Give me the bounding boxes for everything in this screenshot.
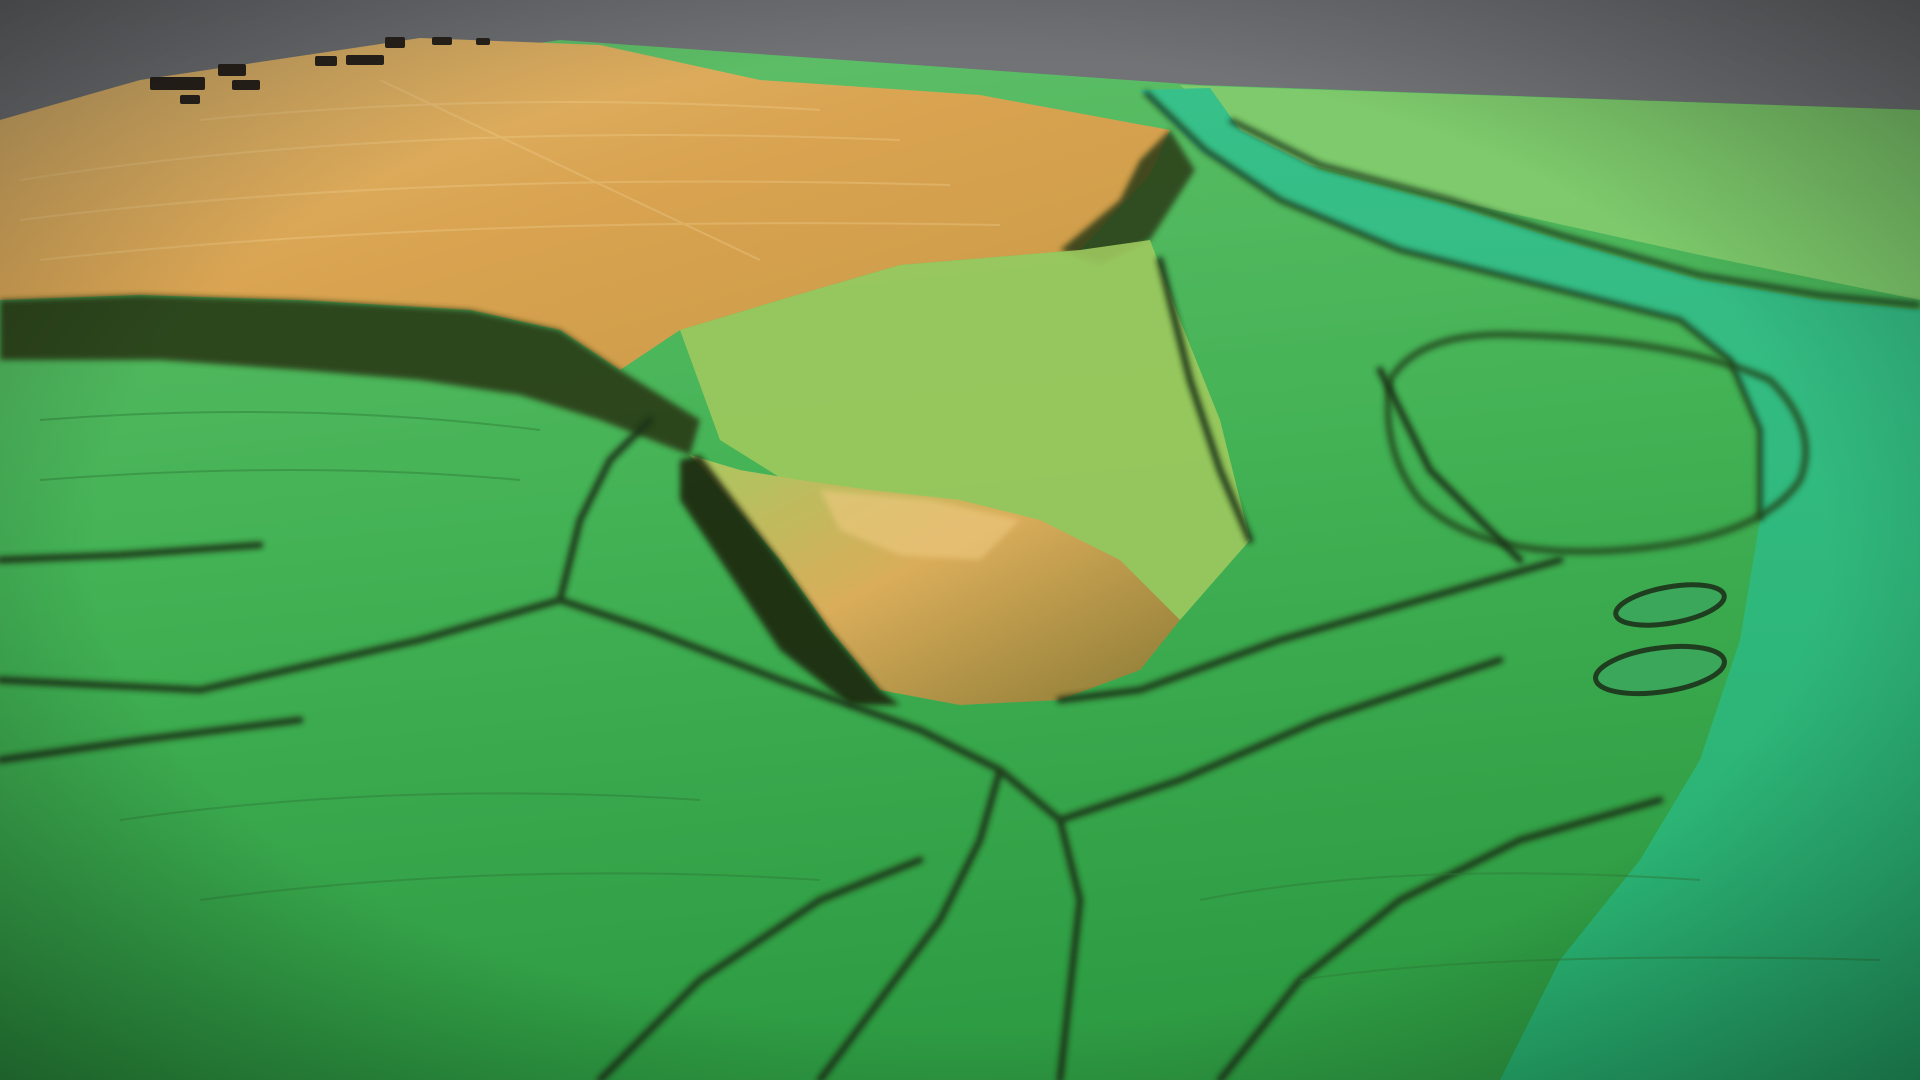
terrain-scene (0, 0, 1920, 1080)
vignette (0, 0, 1920, 1080)
terrain-render (0, 0, 1920, 1080)
